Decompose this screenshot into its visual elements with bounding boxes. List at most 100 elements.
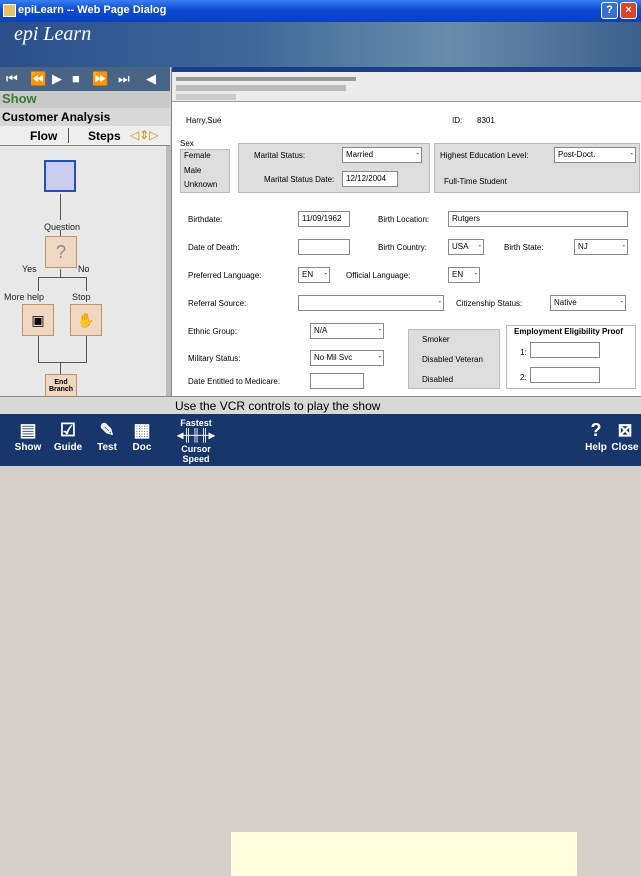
smoker-checkbox[interactable]: Smoker — [422, 335, 450, 344]
connector — [60, 194, 61, 220]
yes-label: Yes — [22, 264, 37, 274]
show-button-label: Show — [14, 442, 42, 453]
checkbox-icon: ☑ — [59, 420, 77, 440]
epilearn-logo: epi Learn — [14, 23, 92, 45]
close-icon: ⊠ — [617, 420, 633, 440]
rewind-icon[interactable]: ⏪ — [30, 71, 48, 87]
connector — [60, 269, 61, 277]
birth-country-select[interactable]: USA — [448, 239, 484, 255]
status-text: Use the VCR controls to play the show — [175, 399, 381, 413]
employment-label: Employment Eligibility Proof — [514, 327, 623, 336]
flow-diagram: Question ? Yes No More help Stop ▣ ✋ End… — [0, 146, 166, 396]
tab-steps[interactable]: Steps — [88, 129, 121, 143]
tab-divider — [68, 128, 69, 143]
banner: epi Learn — [0, 22, 641, 67]
stop-label: Stop — [72, 292, 91, 302]
birthdate-field[interactable]: 11/09/1962 — [298, 211, 350, 227]
official-language-select[interactable]: EN — [448, 267, 480, 283]
connector — [38, 277, 86, 278]
employment-2-field[interactable] — [530, 367, 600, 383]
sex-male-radio[interactable]: Male — [184, 166, 201, 175]
ethnic-group-select[interactable]: N/A — [310, 323, 384, 339]
sex-unknown-radio[interactable]: Unknown — [184, 180, 217, 189]
show-button[interactable]: ▤ Show — [8, 420, 48, 453]
rewind-start-icon[interactable]: ⏮ — [6, 71, 20, 87]
birth-location-field[interactable]: Rutgers — [448, 211, 628, 227]
title-bar: epiLearn -- Web Page Dialog ? × — [0, 0, 641, 22]
stop-node-icon[interactable]: ✋ — [70, 304, 102, 336]
education-label: Highest Education Level: — [440, 151, 529, 160]
inner-toolbar[interactable] — [176, 85, 346, 91]
computer-node-icon[interactable]: ▣ — [22, 304, 54, 336]
computer-node-icon[interactable] — [44, 160, 76, 192]
birth-state-label: Birth State: — [504, 243, 544, 252]
help-button-label: Help — [585, 442, 607, 453]
citizenship-select[interactable]: Native — [550, 295, 626, 311]
fast-forward-icon[interactable]: ⏩ — [92, 71, 110, 87]
official-language-label: Official Language: — [346, 271, 411, 280]
question-label: Question — [44, 222, 81, 232]
military-status-label: Military Status: — [188, 354, 241, 363]
employment-1-field[interactable] — [530, 342, 600, 358]
guide-button[interactable]: ☑ Guide — [48, 420, 88, 453]
disabled-veteran-checkbox[interactable]: Disabled Veteran — [422, 355, 483, 364]
tab-flow[interactable]: Flow — [30, 129, 57, 143]
tab-arrows-icon[interactable]: ◁⇕▷ — [130, 128, 159, 142]
inner-tabs[interactable] — [176, 94, 236, 100]
end-branch-node[interactable]: End Branch — [45, 374, 77, 396]
test-button[interactable]: ✎ Test — [88, 420, 126, 453]
sex-female-radio[interactable]: Female — [184, 151, 211, 160]
close-button-label: Close — [611, 442, 639, 453]
death-date-label: Date of Death: — [188, 243, 240, 252]
marital-status-label: Marital Status: — [254, 151, 306, 160]
application-form: Harry,Sue ID: 8301 Sex Female Male Unkno… — [171, 67, 641, 396]
app-icon — [3, 4, 16, 17]
preferred-language-label: Preferred Language: — [188, 271, 262, 280]
connector — [38, 362, 87, 363]
close-button[interactable]: ⊠ Close — [610, 420, 640, 453]
close-window-button[interactable]: × — [620, 2, 637, 19]
birth-location-label: Birth Location: — [378, 215, 430, 224]
pencil-icon: ✎ — [99, 420, 115, 440]
inner-title-bar — [172, 67, 641, 72]
birthdate-label: Birthdate: — [188, 215, 223, 224]
play-icon[interactable]: ▶ — [52, 71, 64, 87]
id-label: ID: — [452, 116, 463, 125]
medicare-date-field[interactable] — [310, 373, 364, 389]
disabled-checkbox[interactable]: Disabled — [422, 375, 453, 384]
connector — [38, 277, 39, 291]
birth-state-select[interactable]: NJ — [574, 239, 628, 255]
marital-status-select[interactable]: Married — [342, 147, 422, 163]
more-help-label: More help — [4, 292, 45, 302]
doc-button-label: Doc — [132, 442, 152, 453]
step-back-icon[interactable]: ◀ — [146, 71, 158, 87]
doc-button[interactable]: ▦ Doc — [126, 420, 158, 453]
bottom-toolbar: ▤ Show ☑ Guide ✎ Test ▦ Doc Fastest ◂╫╫╫▸ Curs… — [0, 414, 641, 876]
education-select[interactable]: Post-Doct. — [554, 147, 636, 163]
marital-date-label: Marital Status Date: — [264, 175, 335, 184]
window-title: epiLearn -- Web Page Dialog — [18, 4, 167, 16]
military-status-select[interactable]: No Mil Svc — [310, 350, 384, 366]
referral-source-select[interactable] — [298, 295, 444, 311]
notes-area — [231, 832, 577, 876]
skip-end-icon[interactable]: ⏭ — [118, 71, 132, 87]
fulltime-checkbox[interactable]: Full-Time Student — [444, 177, 507, 186]
connector — [86, 336, 87, 362]
stop-icon[interactable]: ■ — [72, 71, 82, 86]
help-window-button[interactable]: ? — [601, 2, 618, 19]
connector — [60, 362, 61, 374]
customer-analysis-label: Customer Analysis — [0, 108, 170, 126]
preferred-language-select[interactable]: EN — [298, 267, 330, 283]
vcr-controls: ⏮ ⏪ ▶ ■ ⏩ ⏭ ◀ — [0, 67, 170, 91]
help-button[interactable]: ? Help — [582, 420, 610, 453]
app-toolbar — [172, 67, 641, 102]
question-node-icon[interactable]: ? — [45, 236, 77, 268]
death-date-field[interactable] — [298, 239, 350, 255]
connector — [86, 277, 87, 291]
marital-date-field[interactable]: 12/12/2004 — [342, 171, 398, 187]
sidebar-tabs: Flow Steps ◁⇕▷ — [0, 126, 170, 146]
show-icon: ▤ — [19, 420, 37, 440]
connector — [38, 336, 39, 362]
inner-menu[interactable] — [176, 77, 356, 81]
cursor-speed-control[interactable]: Fastest ◂╫╫╫▸ Cursor Speed — [168, 418, 224, 464]
